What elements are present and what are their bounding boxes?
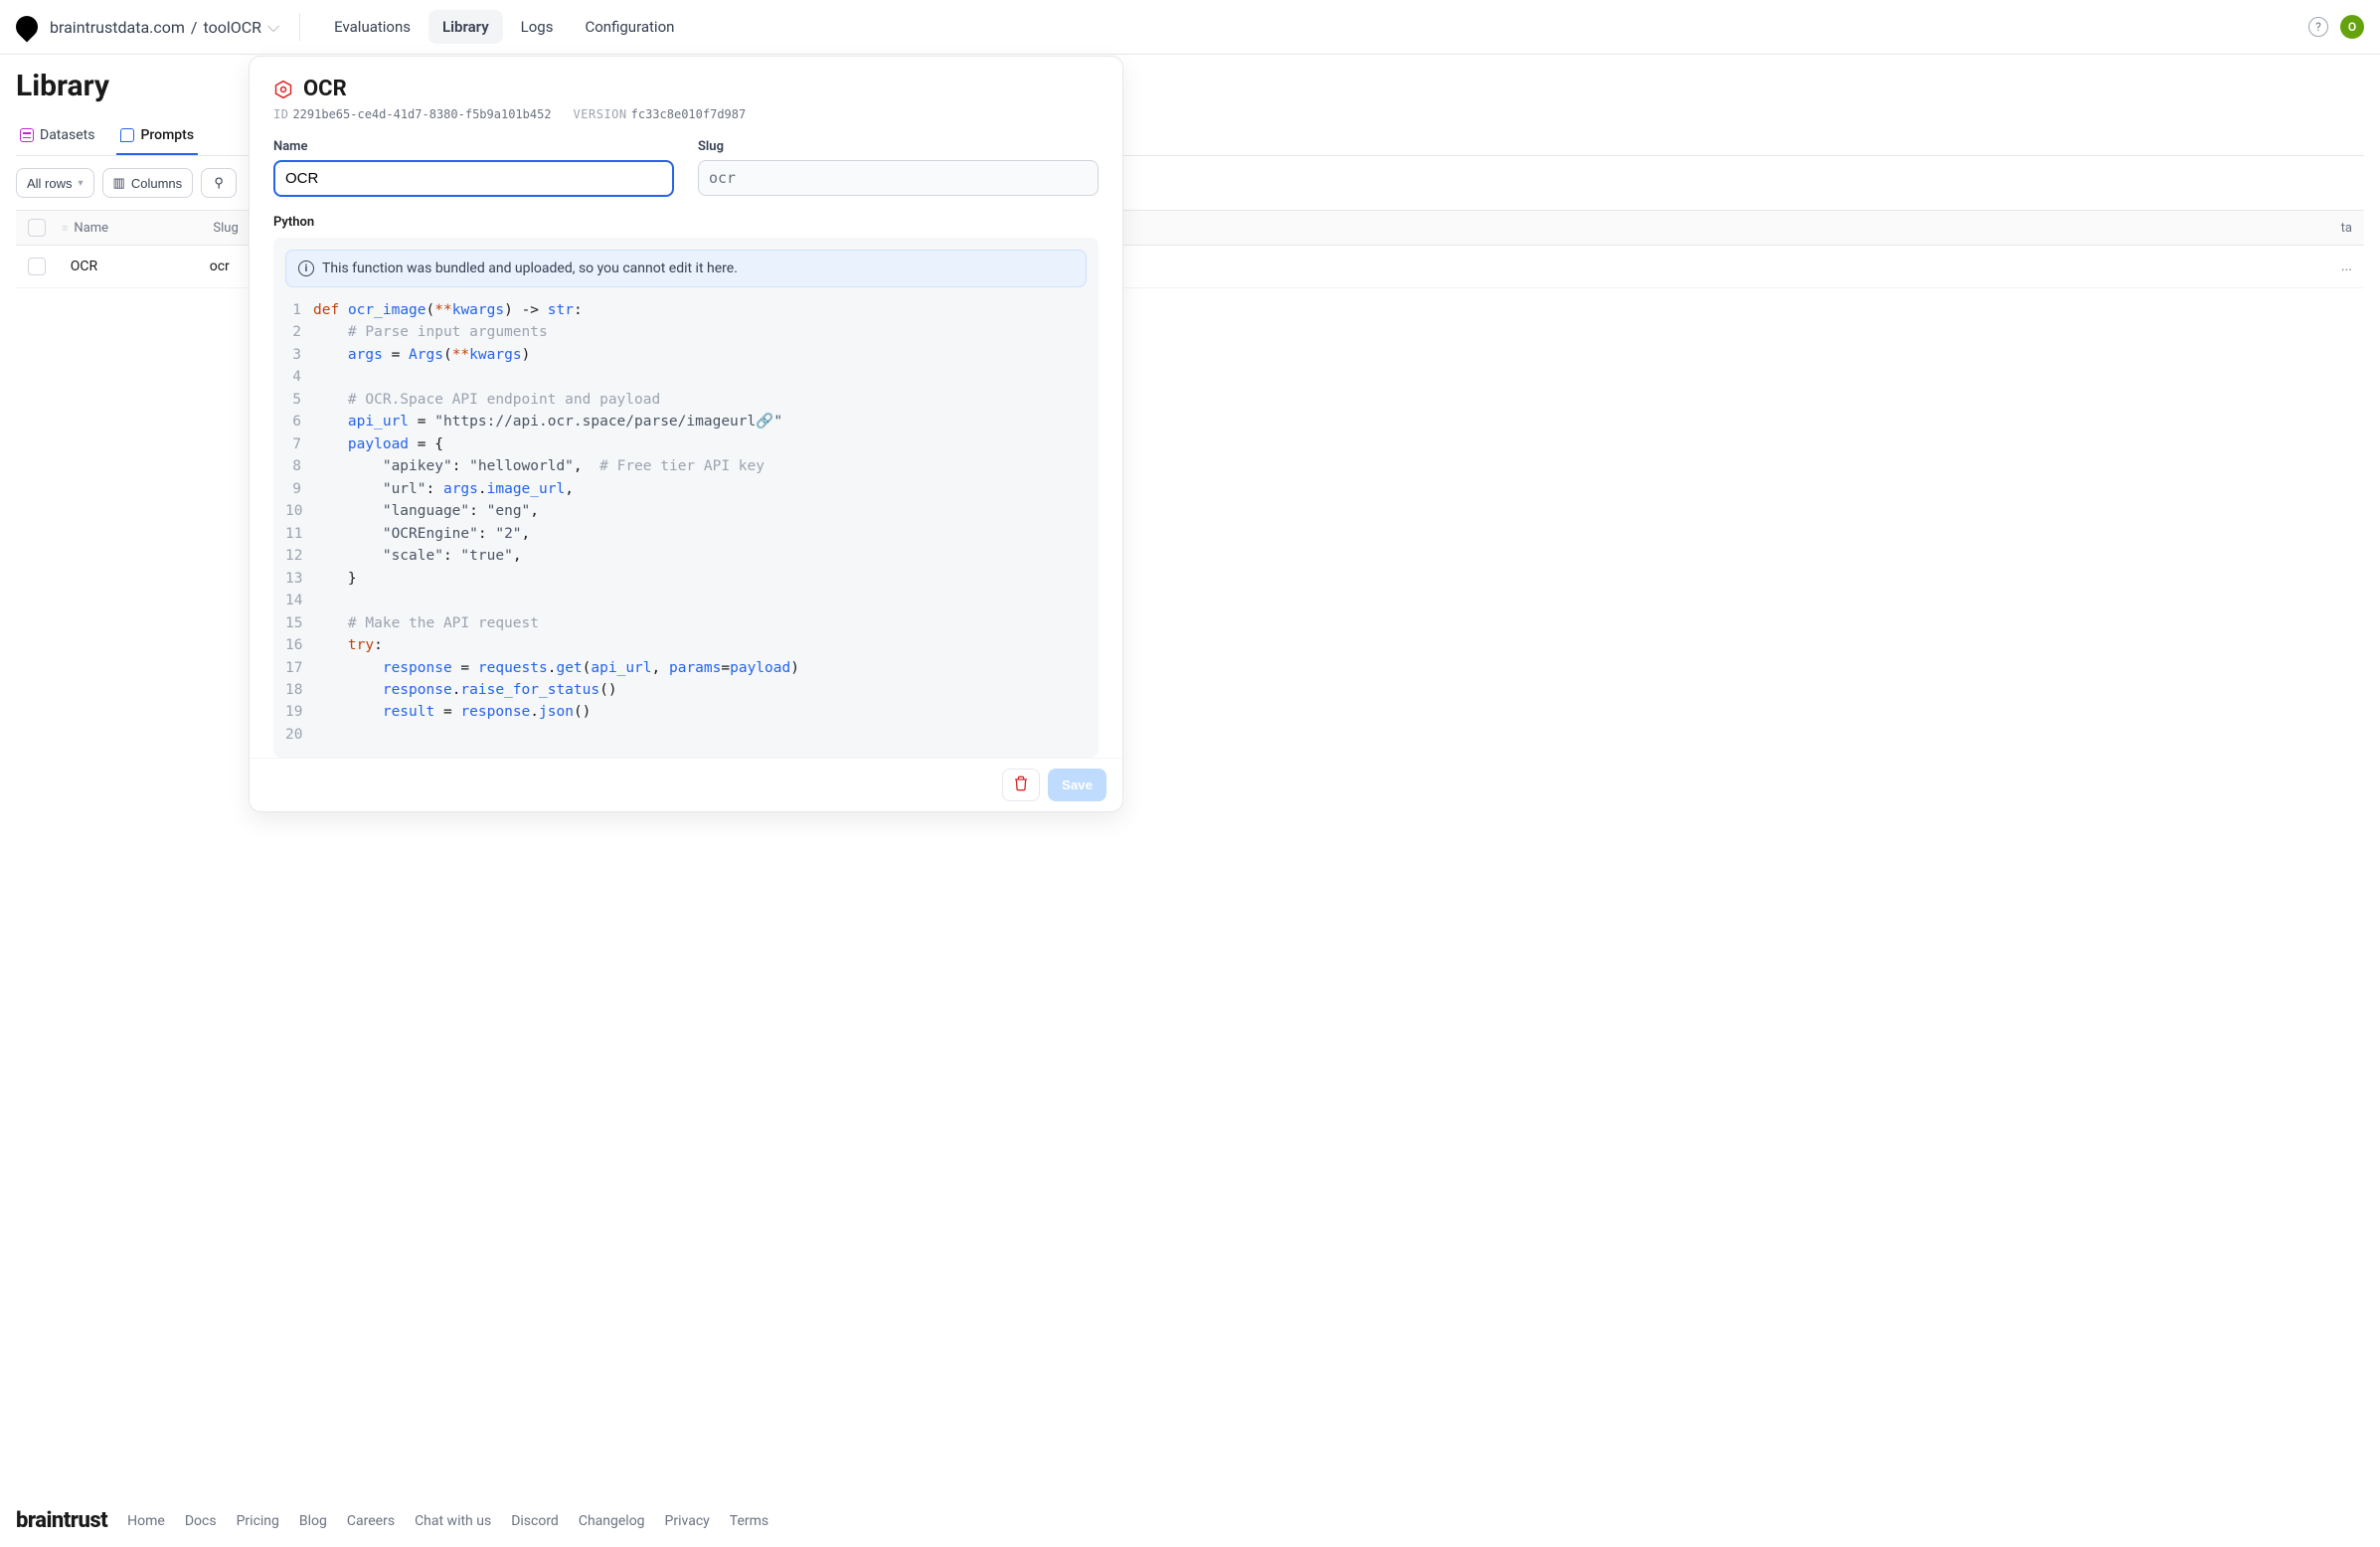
topbar: braintrustdata.com / toolOCR ⌵ Evaluatio…: [0, 0, 2380, 55]
footer-blog[interactable]: Blog: [299, 1513, 327, 1529]
code-line: 13 }: [285, 568, 1087, 590]
panel-footer: Save: [250, 758, 1122, 811]
slug-label: Slug: [698, 139, 1099, 154]
tool-icon: [273, 80, 293, 99]
prompts-icon: [120, 128, 134, 142]
code-line: 10 "language": "eng",: [285, 500, 1087, 522]
logo-icon: [11, 11, 42, 42]
footer-privacy[interactable]: Privacy: [665, 1513, 710, 1529]
datasets-icon: [20, 128, 34, 142]
footer-chat[interactable]: Chat with us: [415, 1513, 491, 1529]
divider: [299, 13, 300, 41]
footer: braintrust Home Docs Pricing Blog Career…: [0, 1494, 2380, 1547]
drag-icon: ≡: [62, 222, 68, 235]
breadcrumb-project[interactable]: toolOCR: [204, 18, 262, 37]
name-label: Name: [273, 139, 674, 154]
footer-terms[interactable]: Terms: [730, 1513, 768, 1529]
footer-home[interactable]: Home: [127, 1513, 165, 1529]
select-all-checkbox[interactable]: [28, 219, 46, 237]
info-icon: i: [298, 260, 314, 276]
code-line: 20: [285, 724, 1087, 746]
tab-configuration[interactable]: Configuration: [571, 10, 688, 44]
slug-input: [698, 160, 1099, 196]
avatar[interactable]: O: [2340, 15, 2364, 39]
code-line: 15 # Make the API request: [285, 612, 1087, 634]
tab-logs[interactable]: Logs: [507, 10, 568, 44]
delete-button[interactable]: [1002, 769, 1040, 801]
chevron-down-icon[interactable]: ⌵: [267, 17, 279, 37]
help-icon[interactable]: ?: [2308, 17, 2328, 37]
code-line: 19 result = response.json(): [285, 701, 1087, 723]
code-line: 7 payload = {: [285, 433, 1087, 455]
code-wrapper: i This function was bundled and uploaded…: [273, 238, 1099, 758]
breadcrumb[interactable]: braintrustdata.com / toolOCR ⌵: [50, 17, 279, 37]
code-line: 17 response = requests.get(api_url, para…: [285, 657, 1087, 679]
banner-text: This function was bundled and uploaded, …: [322, 260, 738, 276]
breadcrumb-org[interactable]: braintrustdata.com: [50, 18, 185, 37]
code-line: 5 # OCR.Space API endpoint and payload: [285, 389, 1087, 411]
id-value: 2291be65-ce4d-41d7-8380-f5b9a101b452: [292, 107, 551, 121]
columns-button[interactable]: ▥ Columns: [102, 168, 194, 198]
code-line: 2 # Parse input arguments: [285, 321, 1087, 343]
code-line: 12 "scale": "true",: [285, 545, 1087, 567]
footer-brand: braintrust: [16, 1508, 107, 1533]
metadata-row: ID2291be65-ce4d-41d7-8380-f5b9a101b452 V…: [273, 107, 1099, 121]
chevron-down-icon: ▾: [79, 178, 84, 189]
tab-evaluations[interactable]: Evaluations: [320, 10, 425, 44]
footer-careers[interactable]: Careers: [347, 1513, 395, 1529]
subnav-prompts[interactable]: Prompts: [116, 117, 198, 155]
save-button[interactable]: Save: [1048, 769, 1106, 801]
detail-panel: OCR ID2291be65-ce4d-41d7-8380-f5b9a101b4…: [249, 56, 1123, 812]
code-line: 14: [285, 590, 1087, 611]
code-line: 6 api_url = "https://api.ocr.space/parse…: [285, 411, 1087, 432]
row-checkbox[interactable]: [28, 258, 46, 275]
code-line: 3 args = Args(**kwargs): [285, 344, 1087, 366]
footer-docs[interactable]: Docs: [185, 1513, 217, 1529]
name-input[interactable]: [273, 160, 674, 197]
subnav-datasets[interactable]: Datasets: [16, 117, 98, 155]
tab-library[interactable]: Library: [428, 10, 503, 44]
row-name: OCR: [71, 258, 210, 274]
rows-filter-button[interactable]: All rows ▾: [16, 168, 94, 198]
code-line: 11 "OCREngine": "2",: [285, 523, 1087, 545]
filter-button[interactable]: ⚲: [201, 168, 237, 198]
version-value: fc33c8e010f7d987: [631, 107, 747, 121]
filter-icon: ⚲: [214, 175, 224, 191]
code-line: 1def ocr_image(**kwargs) -> str:: [285, 299, 1087, 321]
code-section-label: Python: [273, 215, 1099, 230]
info-banner: i This function was bundled and uploaded…: [285, 250, 1087, 287]
code-line: 8 "apikey": "helloworld", # Free tier AP…: [285, 455, 1087, 477]
top-tabs: Evaluations Library Logs Configuration: [320, 10, 688, 44]
columns-icon: ▥: [113, 175, 125, 191]
trash-icon: [1013, 775, 1029, 791]
code-line: 16 try:: [285, 634, 1087, 656]
code-line: 9 "url": args.image_url,: [285, 478, 1087, 500]
panel-title: OCR: [303, 77, 347, 101]
footer-changelog[interactable]: Changelog: [579, 1513, 645, 1529]
footer-pricing[interactable]: Pricing: [237, 1513, 279, 1529]
column-name[interactable]: Name: [74, 221, 213, 236]
code-block: 1def ocr_image(**kwargs) -> str:2 # Pars…: [273, 299, 1099, 758]
footer-discord[interactable]: Discord: [511, 1513, 559, 1529]
code-line: 18 response.raise_for_status(): [285, 679, 1087, 701]
code-line: 4: [285, 366, 1087, 388]
